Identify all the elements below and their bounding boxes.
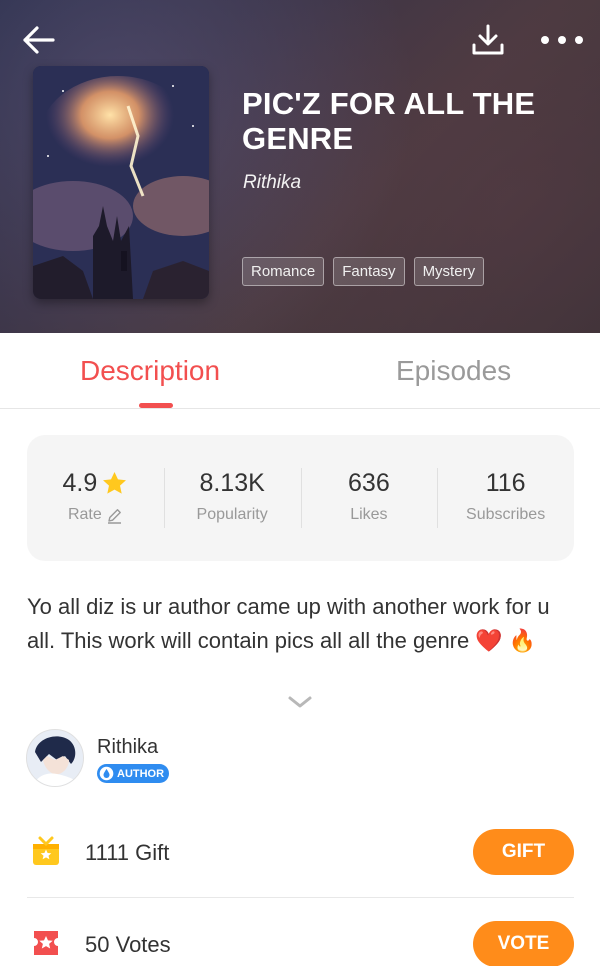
vote-count-value: 50: [85, 932, 110, 957]
book-title: PIC'Z FOR ALL THE GENRE: [242, 86, 536, 156]
likes-value: 636: [348, 468, 390, 497]
gift-count: 1111 Gift: [85, 840, 169, 866]
stat-likes: 636 Likes: [300, 468, 438, 528]
rating-label: Rate: [67, 506, 102, 523]
stats-panel: 4.9 Rate 8.13K Popularity 636 Likes 116 …: [27, 435, 574, 561]
popularity-value: 8.13K: [199, 468, 265, 497]
gift-icon: [33, 836, 59, 865]
author-badge-label: AUTHOR: [117, 767, 165, 780]
tag-romance[interactable]: Romance: [242, 257, 325, 286]
chevron-down-icon: [288, 696, 312, 708]
subscribes-label: Subscribes: [466, 506, 546, 523]
rating-value: 4.9: [62, 468, 98, 497]
download-button[interactable]: [464, 16, 512, 64]
book-description: Yo all diz is ur author came up with ano…: [27, 594, 550, 653]
author-drop-icon: [99, 766, 114, 781]
star-icon: [103, 471, 127, 494]
author-name[interactable]: Rithika: [97, 736, 158, 759]
stat-subscribes: 116 Subscribes: [437, 468, 574, 528]
avatar-image: [27, 730, 83, 786]
more-options-button[interactable]: [536, 20, 588, 60]
pencil-icon: [107, 508, 121, 524]
popularity-label: Popularity: [196, 506, 268, 523]
subscribes-value: 116: [485, 468, 526, 497]
stat-popularity: 8.13K Popularity: [163, 468, 301, 528]
tab-bar: Description Episodes: [0, 333, 600, 409]
author-badge: AUTHOR: [97, 764, 170, 783]
book-cover: [33, 66, 209, 299]
expand-description-button[interactable]: [287, 694, 313, 710]
tab-description[interactable]: Description: [80, 355, 220, 387]
vote-row: 50 Votes VOTE: [27, 910, 574, 966]
vote-count-label: Votes: [115, 932, 171, 957]
back-button[interactable]: [14, 18, 62, 62]
divider: [27, 897, 574, 898]
gift-count-label: Gift: [135, 840, 170, 865]
stat-rating[interactable]: 4.9 Rate: [27, 468, 164, 528]
author-avatar[interactable]: [26, 729, 84, 787]
gift-count-value: 1111: [85, 840, 130, 865]
cover-artwork: [33, 66, 209, 299]
vote-button[interactable]: VOTE: [473, 921, 574, 966]
download-icon: [472, 24, 504, 55]
author-profile[interactable]: Rithika AUTHOR: [26, 729, 326, 789]
tag-mystery[interactable]: Mystery: [413, 257, 485, 286]
book-header: PIC'Z FOR ALL THE GENRE Rithika Romance …: [0, 0, 600, 333]
tag-fantasy[interactable]: Fantasy: [333, 257, 405, 286]
likes-label: Likes: [350, 506, 388, 523]
active-tab-indicator: [139, 403, 173, 408]
tab-episodes[interactable]: Episodes: [396, 355, 511, 387]
back-arrow-icon: [23, 26, 55, 54]
vote-ticket-icon: [34, 931, 58, 955]
vote-count: 50 Votes: [85, 932, 171, 958]
genre-tags: Romance Fantasy Mystery: [242, 257, 485, 286]
gift-button[interactable]: GIFT: [473, 829, 574, 875]
gift-row: 1111 Gift GIFT: [27, 818, 574, 886]
more-icon: [541, 36, 583, 44]
book-author[interactable]: Rithika: [243, 172, 301, 194]
